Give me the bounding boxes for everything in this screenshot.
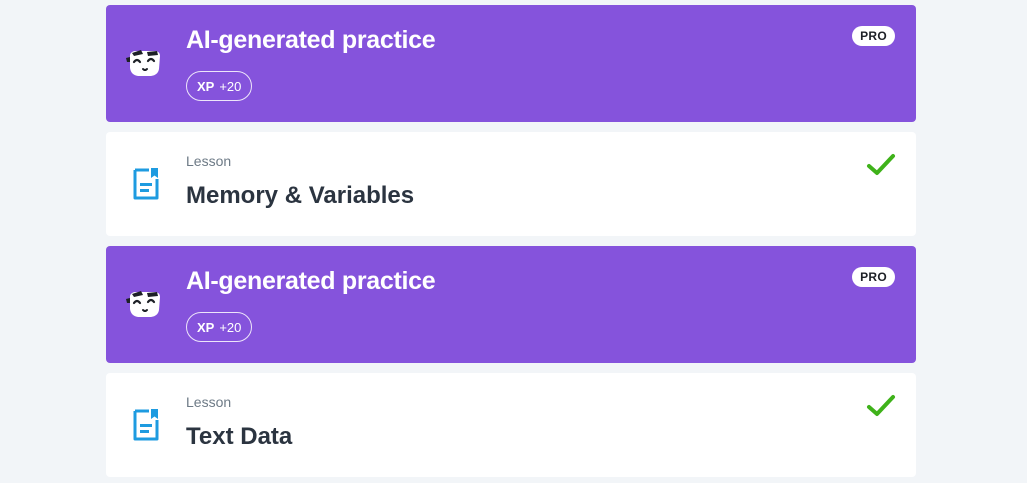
learning-path-list: AI-generated practice XP +20 PRO Lesson … bbox=[106, 5, 916, 477]
xp-value: +20 bbox=[219, 319, 242, 335]
ai-practice-card[interactable]: AI-generated practice XP +20 PRO bbox=[106, 5, 916, 122]
lesson-title: Text Data bbox=[186, 423, 293, 450]
practice-title: AI-generated practice bbox=[186, 267, 436, 295]
checkmark-icon bbox=[867, 395, 895, 416]
lesson-kicker: Lesson bbox=[186, 153, 232, 169]
xp-label: XP bbox=[197, 319, 215, 335]
ai-mascot-icon bbox=[126, 291, 160, 317]
ai-mascot-icon bbox=[126, 50, 160, 76]
pro-badge: PRO bbox=[852, 26, 895, 46]
lesson-card[interactable]: Lesson Text Data bbox=[106, 373, 916, 477]
lesson-card[interactable]: Lesson Memory & Variables bbox=[106, 132, 916, 236]
checkmark-icon bbox=[867, 154, 895, 175]
pro-badge: PRO bbox=[852, 267, 895, 287]
lesson-document-icon bbox=[133, 409, 159, 441]
lesson-kicker: Lesson bbox=[186, 394, 232, 410]
xp-value: +20 bbox=[219, 78, 242, 94]
ai-practice-card[interactable]: AI-generated practice XP +20 PRO bbox=[106, 246, 916, 363]
xp-reward-badge: XP +20 bbox=[186, 71, 253, 101]
lesson-title: Memory & Variables bbox=[186, 182, 415, 209]
practice-title: AI-generated practice bbox=[186, 26, 436, 54]
xp-reward-badge: XP +20 bbox=[186, 312, 253, 342]
xp-label: XP bbox=[197, 78, 215, 94]
lesson-document-icon bbox=[133, 168, 159, 200]
